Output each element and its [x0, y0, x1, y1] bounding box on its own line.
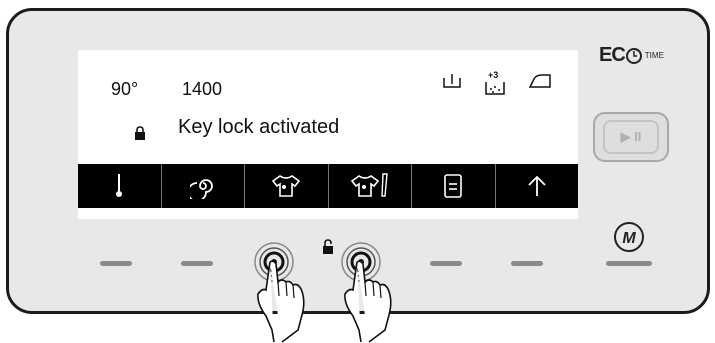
button-5[interactable] — [430, 261, 462, 266]
clock-icon — [625, 47, 642, 64]
time-label: TIME — [644, 51, 664, 60]
prewash-icon — [442, 70, 462, 101]
option-icon-bar — [78, 164, 578, 208]
button-m-dash[interactable] — [606, 261, 652, 266]
button-6[interactable] — [511, 261, 543, 266]
start-pause-button[interactable]: ▶ II — [593, 112, 669, 162]
extra-rinse-icon: +3 — [484, 70, 506, 101]
hand-icon — [257, 260, 305, 343]
display-screen: 90° 1400 +3 Key lock activated — [78, 50, 578, 219]
temperature-value: 90° — [111, 79, 139, 99]
hand-icon — [344, 260, 392, 343]
extra-rinse-label: +3 — [488, 70, 498, 80]
thermometer-icon — [116, 174, 123, 197]
document-icon — [444, 174, 463, 198]
option-stain[interactable] — [329, 164, 412, 208]
play-pause-icon: ▶ II — [603, 120, 659, 154]
button-1[interactable] — [100, 261, 132, 266]
option-up[interactable] — [496, 164, 579, 208]
arrow-up-icon — [528, 175, 546, 196]
iron-icon — [528, 70, 552, 101]
spin-icon — [189, 179, 213, 199]
eco-label: EC — [599, 44, 626, 66]
option-program[interactable] — [412, 164, 496, 208]
button-2[interactable] — [181, 261, 213, 266]
m-button[interactable]: M — [612, 220, 646, 254]
option-spin[interactable] — [162, 164, 245, 208]
lock-icon — [134, 126, 146, 145]
option-shirt[interactable] — [245, 164, 329, 208]
status-message: Key lock activated — [178, 116, 340, 138]
shirt-stain-icon — [350, 173, 388, 197]
eco-time-logo: EC TIME — [599, 44, 664, 67]
status-icons: +3 — [442, 70, 552, 101]
m-label: M — [622, 230, 636, 247]
spin-speed-value: 1400 — [182, 79, 223, 99]
option-temperature[interactable] — [78, 164, 162, 208]
unlock-icon — [322, 239, 334, 260]
shirt-icon — [272, 175, 301, 197]
